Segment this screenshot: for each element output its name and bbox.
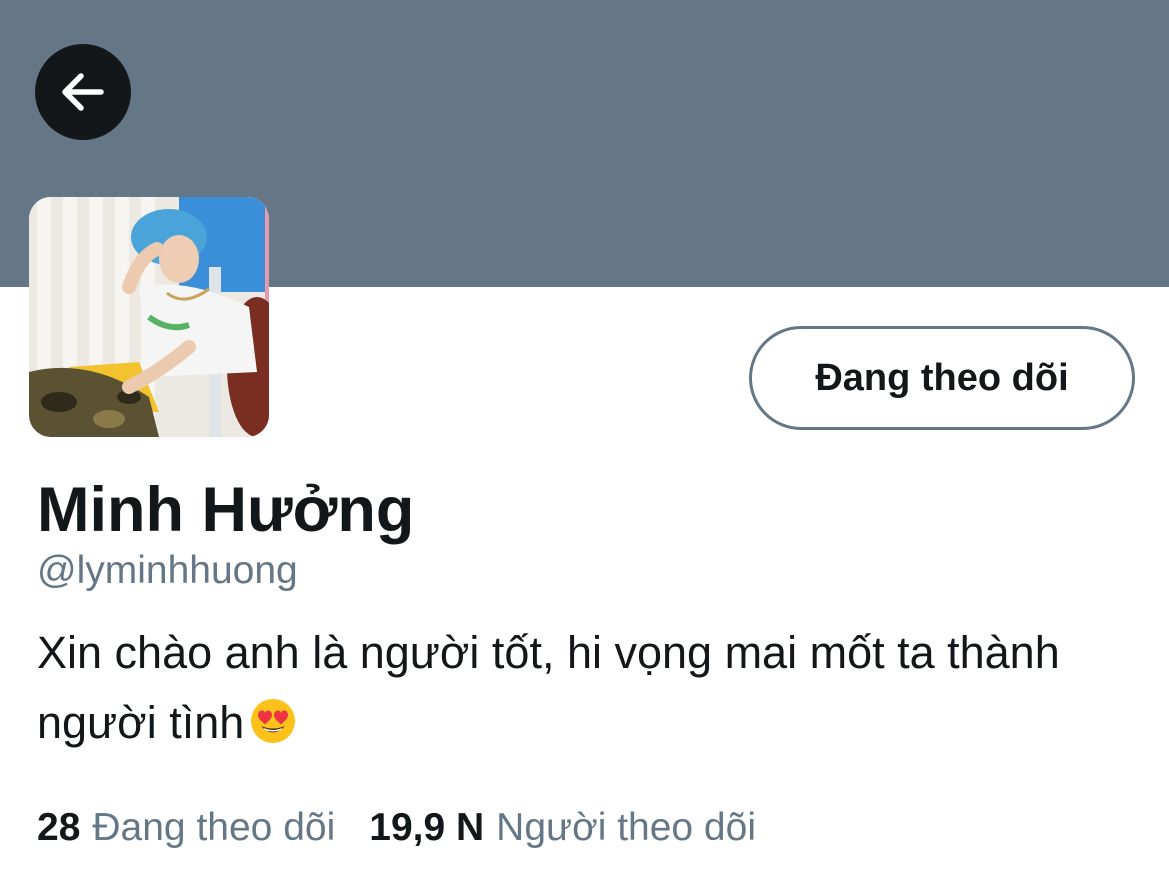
profile-page: Đang theo dõi Minh Hưởng @lyminhhuong Xi… [0, 0, 1169, 892]
profile-bio: Xin chào anh là người tốt, hi vọng mai m… [37, 618, 1127, 758]
following-count: 28 [37, 806, 81, 849]
following-label: Đang theo dõi [92, 806, 336, 849]
followers-count: 19,9 N [369, 806, 485, 849]
profile-stats: 28 Đang theo dõi 19,9 N Người theo dõi [37, 802, 790, 854]
heart-eyes-emoji-icon [250, 694, 296, 743]
followers-label: Người theo dõi [496, 806, 756, 849]
following-stat[interactable]: 28 Đang theo dõi [37, 802, 335, 854]
bio-text: Xin chào anh là người tốt, hi vọng mai m… [37, 627, 1060, 748]
username-handle: @lyminhhuong [37, 549, 298, 592]
avatar-image [29, 197, 269, 437]
display-name: Minh Hưởng [37, 475, 415, 545]
followers-stat[interactable]: 19,9 N Người theo dõi [369, 802, 756, 854]
following-button-label: Đang theo dõi [815, 356, 1069, 399]
following-button[interactable]: Đang theo dõi [749, 326, 1135, 430]
avatar[interactable] [29, 197, 269, 437]
back-button[interactable] [35, 44, 131, 140]
arrow-left-icon [62, 73, 104, 111]
